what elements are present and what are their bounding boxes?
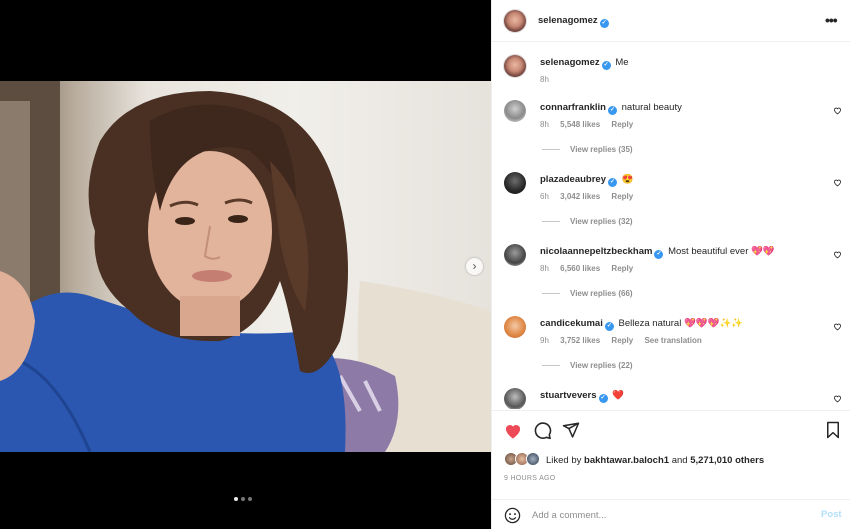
comment-username[interactable]: nicolaannepeltzbeckham [540, 246, 652, 257]
post-timestamp[interactable]: 9 HOURS AGO [504, 475, 556, 482]
comment-likes[interactable]: 6,560 likes [560, 264, 600, 273]
view-replies-button[interactable]: View replies (22) [542, 361, 633, 370]
post-actions: Liked by bakhtawar.baloch1 and 5,271,010… [492, 410, 850, 529]
carousel-dot [241, 497, 245, 501]
post-photo[interactable] [0, 81, 491, 452]
comment-likes[interactable]: 3,752 likes [560, 336, 600, 345]
heart-icon[interactable] [503, 421, 523, 441]
post-side-panel: selenagomez ✓ ••• selenagomez ✓ Me 8h conn… [491, 0, 850, 529]
carousel-dot-active [234, 497, 238, 501]
verified-icon: ✓ [608, 178, 617, 187]
heart-icon[interactable] [833, 250, 842, 259]
post-button[interactable]: Post [821, 509, 842, 520]
carousel-dot [248, 497, 252, 501]
comment-time: 9h [540, 336, 549, 345]
heart-icon[interactable] [833, 106, 842, 115]
comment-body: nicolaannepeltzbeckham ✓ Most beautiful e… [540, 246, 830, 259]
comment-username[interactable]: candicekumai [540, 318, 603, 329]
comment-meta: 6h 3,042 likes Reply [540, 192, 642, 201]
caption-time: 8h [540, 75, 549, 84]
reply-button[interactable]: Reply [611, 264, 633, 273]
comment-body: candicekumai ✓ Belleza natural 💖💖💖✨✨ [540, 318, 830, 331]
caption-body: selenagomez ✓ Me [540, 57, 830, 70]
verified-icon: ✓ [601, 61, 611, 70]
comment-meta: 8h 5,548 likes Reply [540, 120, 642, 129]
avatar[interactable] [504, 172, 526, 194]
post-media: › [0, 0, 491, 529]
next-arrow-icon[interactable]: › [466, 258, 483, 275]
add-comment-bar: Post [492, 499, 850, 529]
avatar[interactable] [504, 244, 526, 266]
view-replies-button[interactable]: View replies (35) [542, 145, 633, 154]
liked-by-user[interactable]: bakhtawar.baloch1 [584, 455, 669, 466]
avatar[interactable] [504, 55, 526, 77]
avatar[interactable] [504, 100, 526, 122]
reply-button[interactable]: Reply [611, 192, 633, 201]
reply-button[interactable]: Reply [611, 120, 633, 129]
comment-body: stuartvevers ✓ ❤️ [540, 390, 830, 403]
comment-username[interactable]: plazadeaubrey [540, 174, 606, 185]
carousel-dots [234, 497, 252, 501]
comment-time: 6h [540, 192, 549, 201]
liked-by-prefix: Liked by [546, 455, 582, 466]
liked-by-text: Liked by bakhtawar.baloch1 and 5,271,010… [546, 455, 764, 466]
header-username[interactable]: selenagomez [538, 15, 598, 26]
comment-text: natural beauty [621, 102, 682, 113]
comment-input[interactable] [532, 507, 802, 523]
avatar[interactable] [504, 10, 526, 32]
comment-meta: 8h 6,560 likes Reply [540, 264, 642, 273]
bookmark-icon[interactable] [825, 421, 841, 439]
caption-meta: 8h [540, 75, 558, 84]
liked-by: Liked by bakhtawar.baloch1 and 5,271,010… [504, 452, 834, 468]
comment-body: connarfranklin ✓ natural beauty [540, 102, 830, 115]
comment-meta: 9h 3,752 likes Reply See translation [540, 336, 711, 345]
caption-username[interactable]: selenagomez [540, 57, 600, 68]
comments-list[interactable]: selenagomez ✓ Me 8h connarfranklin ✓ natur… [492, 43, 850, 409]
comment-time: 8h [540, 120, 549, 129]
verified-icon: ✓ [599, 19, 609, 28]
verified-icon: ✓ [604, 322, 614, 331]
header-user: selenagomez ✓ [538, 15, 609, 28]
avatar[interactable] [504, 388, 526, 409]
heart-icon[interactable] [833, 322, 842, 331]
avatar[interactable] [526, 452, 540, 466]
comment-text: ❤️ [612, 390, 624, 401]
avatar[interactable] [504, 316, 526, 338]
liked-by-others[interactable]: 5,271,010 others [690, 455, 764, 466]
caption-text: Me [615, 57, 629, 68]
verified-icon: ✓ [598, 394, 608, 403]
view-replies-button[interactable]: View replies (32) [542, 217, 633, 226]
heart-icon[interactable] [833, 394, 842, 403]
post-header: selenagomez ✓ ••• [492, 0, 850, 42]
comment-body: plazadeaubrey ✓ 😍 [540, 174, 830, 187]
reply-button[interactable]: Reply [611, 336, 633, 345]
comment-username[interactable]: connarfranklin [540, 102, 606, 113]
view-replies-button[interactable]: View replies (66) [542, 289, 633, 298]
verified-icon: ✓ [608, 106, 617, 115]
more-icon[interactable]: ••• [825, 12, 838, 28]
see-translation-button[interactable]: See translation [644, 336, 701, 345]
comment-text: Belleza natural 💖💖💖✨✨ [618, 318, 744, 329]
comment-likes[interactable]: 5,548 likes [560, 120, 600, 129]
emoji-icon[interactable] [504, 507, 521, 524]
comment-text: 😍 [621, 174, 634, 185]
share-icon[interactable] [562, 421, 580, 439]
comment-icon[interactable] [533, 421, 552, 440]
comment-likes[interactable]: 3,042 likes [560, 192, 600, 201]
comment-text: Most beautiful ever 💖💖 [668, 246, 775, 257]
comment-username[interactable]: stuartvevers [540, 390, 597, 401]
comment-time: 8h [540, 264, 549, 273]
heart-icon[interactable] [833, 178, 842, 187]
verified-icon: ✓ [654, 250, 664, 259]
liked-by-middle: and [671, 455, 688, 466]
